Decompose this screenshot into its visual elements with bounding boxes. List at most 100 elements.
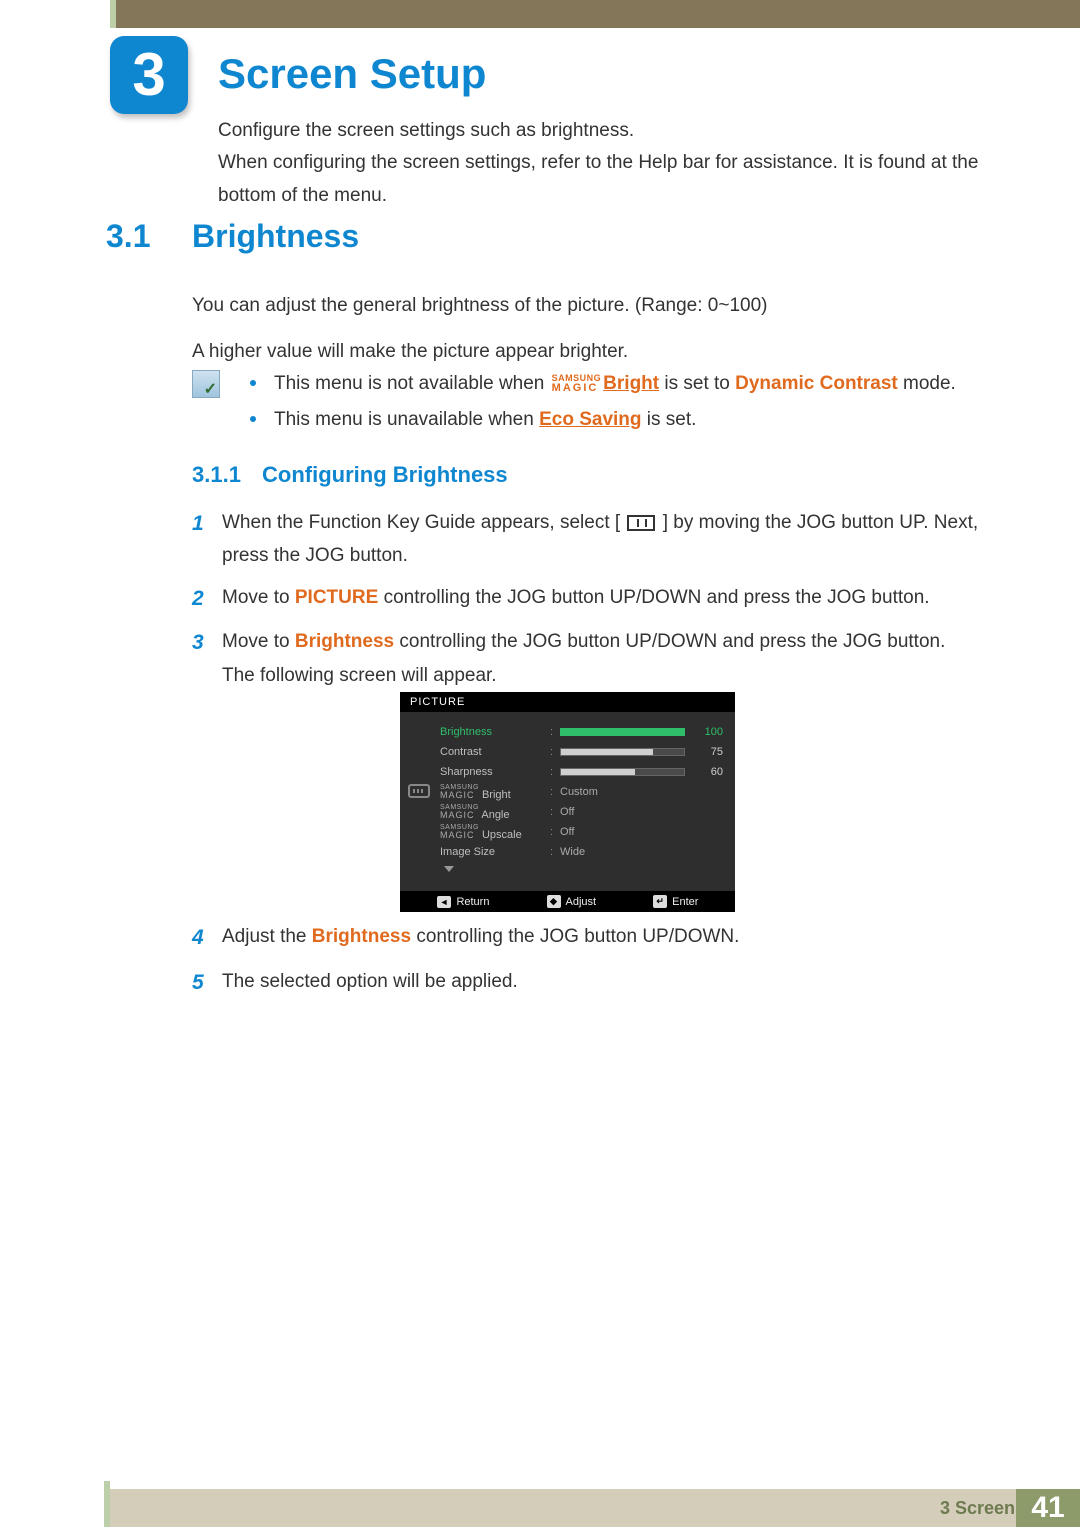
osd-enter-label: Enter <box>672 896 698 908</box>
osd-bar-fill <box>561 769 635 775</box>
intro-line-2: When configuring the screen settings, re… <box>218 147 980 212</box>
step-1-number: 1 <box>192 506 222 573</box>
osd-rows: Brightness : 100 Contrast : 75 Sharpness… <box>400 712 735 878</box>
osd-bar-fill <box>561 749 653 755</box>
osd-enter: ↵ Enter <box>653 895 698 908</box>
step-2-b: controlling the JOG button UP/DOWN and p… <box>384 587 930 608</box>
step-4-body: Adjust the Brightness controlling the JO… <box>222 920 980 957</box>
osd-value: Off <box>560 806 723 818</box>
osd-colon: : <box>550 826 560 838</box>
osd-value: Wide <box>560 846 723 858</box>
section-title: Brightness <box>192 218 359 255</box>
step-3-a: Move to <box>222 631 295 652</box>
osd-scroll-down-icon <box>444 866 454 872</box>
note-icon <box>192 370 220 398</box>
chapter-title: Screen Setup <box>218 50 486 98</box>
osd-row-image-size: Image Size : Wide <box>440 842 723 862</box>
page-number: 41 <box>1016 1489 1080 1527</box>
osd-magic-suffix: Bright <box>482 789 511 801</box>
osd-return-label: Return <box>456 896 489 908</box>
osd-magic-suffix: Angle <box>481 809 509 821</box>
osd-label: SAMSUNGMAGIC Angle <box>440 804 550 821</box>
osd-value: 100 <box>560 726 723 738</box>
osd-header: PICTURE <box>400 692 735 712</box>
samsung-magic-logo: SAMSUNG MAGIC <box>552 374 602 394</box>
osd-num: 75 <box>691 746 723 758</box>
step-4-number: 4 <box>192 920 222 957</box>
osd-value: 60 <box>560 766 723 778</box>
step-4-b: controlling the JOG button UP/DOWN. <box>416 926 739 947</box>
osd-label: SAMSUNGMAGIC Upscale <box>440 824 550 841</box>
osd-num: 60 <box>691 766 723 778</box>
osd-return: ◄Return <box>437 895 490 908</box>
osd-bar <box>560 728 685 736</box>
osd-label: Contrast <box>440 746 550 758</box>
osd-value: 75 <box>560 746 723 758</box>
osd-colon: : <box>550 766 560 778</box>
note-1-pre: This menu is not available when <box>274 373 550 394</box>
osd-row-sharpness: Sharpness : 60 <box>440 762 723 782</box>
osd-value: Off <box>560 826 723 838</box>
magic-text: MAGIC <box>552 383 602 394</box>
osd-label: Sharpness <box>440 766 550 778</box>
subsection-title: Configuring Brightness <box>262 462 508 488</box>
step-2-number: 2 <box>192 581 222 618</box>
osd-footer: ◄Return ◆ Adjust ↵ Enter <box>400 891 735 912</box>
step-3-body: Move to Brightness controlling the JOG b… <box>222 625 980 692</box>
osd-colon: : <box>550 726 560 738</box>
osd-num: 100 <box>691 726 723 738</box>
osd-side-icon <box>408 784 430 798</box>
enter-key-icon: ↵ <box>653 895 667 908</box>
step-1-a: When the Function Key Guide appears, sel… <box>222 512 615 533</box>
step-5-number: 5 <box>192 965 222 1002</box>
osd-colon: : <box>550 746 560 758</box>
chapter-intro: Configure the screen settings such as br… <box>218 115 980 212</box>
menu-icon <box>627 515 655 531</box>
note-2-text: This menu is unavailable when Eco Saving… <box>274 404 696 436</box>
osd-row-magic-angle: SAMSUNGMAGIC Angle : Off <box>440 802 723 822</box>
step-2: 2 Move to PICTURE controlling the JOG bu… <box>192 581 980 618</box>
osd-row-magic-bright: SAMSUNGMAGIC Bright : Custom <box>440 782 723 802</box>
osd-magic-suffix: Upscale <box>482 829 522 841</box>
chapter-number-badge: 3 <box>110 36 188 114</box>
page-top-band <box>0 0 1080 28</box>
osd-adjust: ◆ Adjust <box>547 895 597 908</box>
adjust-key-icon: ◆ <box>547 895 561 908</box>
note-2-pre: This menu is unavailable when <box>274 409 539 430</box>
osd-colon: : <box>550 846 560 858</box>
note-1-text: This menu is not available when SAMSUNG … <box>274 368 956 400</box>
section-number: 3.1 <box>106 218 150 255</box>
note-item-2: This menu is unavailable when Eco Saving… <box>250 404 980 436</box>
eco-saving-link[interactable]: Eco Saving <box>539 409 641 430</box>
osd-bar <box>560 768 685 776</box>
step-3: 3 Move to Brightness controlling the JOG… <box>192 625 980 692</box>
osd-row-contrast: Contrast : 75 <box>440 742 723 762</box>
osd-adjust-label: Adjust <box>566 896 597 908</box>
step-5: 5 The selected option will be applied. <box>192 965 980 1002</box>
step-5-body: The selected option will be applied. <box>222 965 980 1002</box>
osd-value: Custom <box>560 786 723 798</box>
osd-label: SAMSUNGMAGIC Bright <box>440 784 550 801</box>
step-4: 4 Adjust the Brightness controlling the … <box>192 920 980 957</box>
step-2-body: Move to PICTURE controlling the JOG butt… <box>222 581 980 618</box>
picture-term: PICTURE <box>295 587 378 608</box>
brightness-term: Brightness <box>295 631 394 652</box>
intro-line-1: Configure the screen settings such as br… <box>218 115 980 147</box>
osd-magic-logo: SAMSUNGMAGIC <box>440 824 479 840</box>
steps-list-bottom: 4 Adjust the Brightness controlling the … <box>192 920 980 1010</box>
footer-bar: 3 Screen Setup <box>110 1489 1080 1527</box>
osd-label: Brightness <box>440 726 550 738</box>
osd-colon: : <box>550 786 560 798</box>
osd-bar <box>560 748 685 756</box>
body-p1: You can adjust the general brightness of… <box>192 290 980 322</box>
magic-bright-link[interactable]: Bright <box>603 373 659 394</box>
osd-label: Image Size <box>440 846 550 858</box>
osd-colon: : <box>550 806 560 818</box>
dynamic-contrast-term: Dynamic Contrast <box>735 373 898 394</box>
body-p2: A higher value will make the picture app… <box>192 336 980 368</box>
note-item-1: This menu is not available when SAMSUNG … <box>250 368 980 400</box>
osd-bar-fill <box>561 729 684 735</box>
bullet-icon <box>250 416 256 422</box>
note-2-post: is set. <box>647 409 697 430</box>
steps-list-top: 1 When the Function Key Guide appears, s… <box>192 506 980 700</box>
